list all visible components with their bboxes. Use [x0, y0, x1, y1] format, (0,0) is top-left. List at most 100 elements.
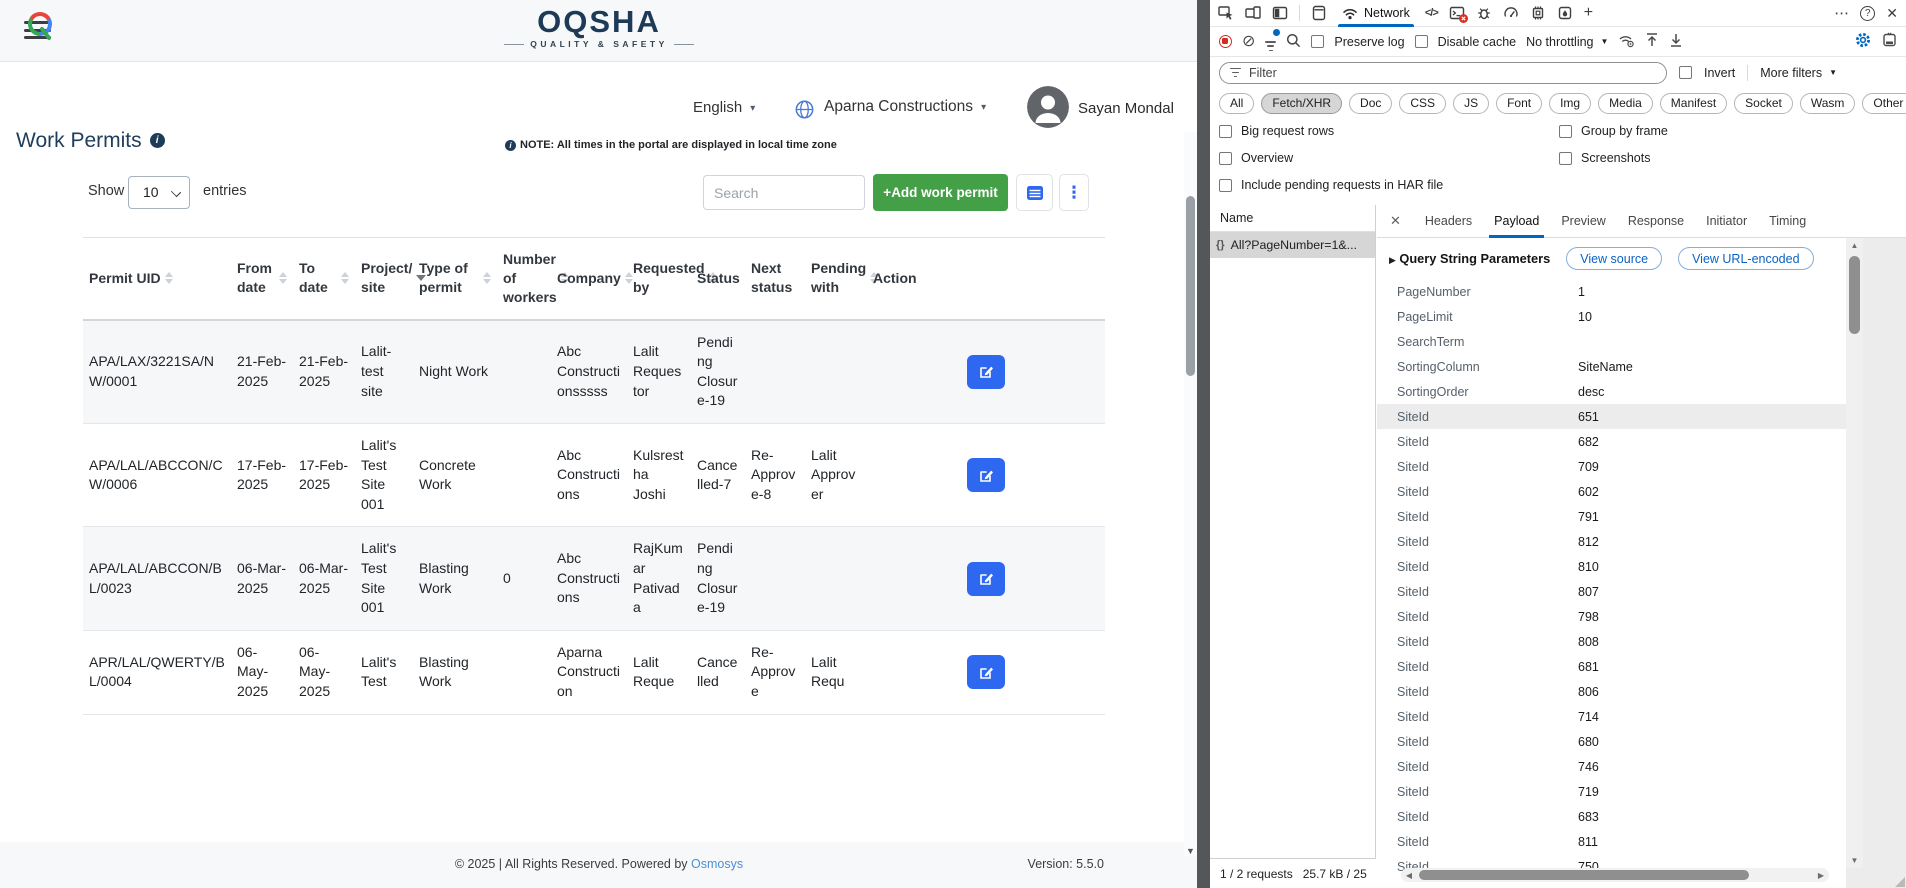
column-header[interactable]: Requested by [627, 238, 691, 320]
query-param-row[interactable]: SiteId 812 [1377, 529, 1906, 554]
filter-input-pill[interactable] [1219, 62, 1667, 84]
memory-chip-icon[interactable] [1530, 5, 1546, 21]
network-settings-gear-icon[interactable] [1854, 31, 1872, 52]
view-source-button[interactable]: View source [1566, 247, 1662, 270]
column-header[interactable]: To date [293, 238, 355, 320]
more-tools-icon[interactable]: ⋯ [1834, 4, 1849, 22]
edit-permit-button[interactable] [967, 355, 1005, 389]
column-header[interactable]: Project/ site [355, 238, 413, 320]
record-network-log-icon[interactable] [1219, 35, 1232, 48]
filter-chip[interactable]: Wasm [1800, 93, 1856, 114]
query-param-row[interactable]: SiteId 798 [1377, 604, 1906, 629]
detail-tab[interactable]: Headers [1414, 205, 1483, 238]
detail-tab[interactable]: Response [1617, 205, 1695, 238]
close-devtools-icon[interactable]: ✕ [1886, 5, 1898, 22]
application-storage-icon[interactable] [1557, 5, 1573, 21]
language-selector[interactable]: English▾ [693, 99, 755, 116]
query-param-row[interactable]: SortingColumn SiteName [1377, 354, 1906, 379]
query-param-row[interactable]: SiteId 808 [1377, 629, 1906, 654]
app-vertical-scrollbar[interactable]: ▼ [1184, 132, 1197, 856]
drawer-icon[interactable] [1311, 5, 1327, 21]
edit-permit-button[interactable] [967, 458, 1005, 492]
query-param-row[interactable]: SiteId 681 [1377, 654, 1906, 679]
query-param-row[interactable]: SiteId 709 [1377, 454, 1906, 479]
view-url-encoded-button[interactable]: View URL-encoded [1678, 247, 1813, 270]
scrollbar-thumb[interactable] [1419, 870, 1749, 880]
invert-checkbox[interactable] [1679, 66, 1692, 79]
table-view-button[interactable] [1016, 174, 1053, 211]
query-param-row[interactable]: SiteId 714 [1377, 704, 1906, 729]
scrollbar-thumb[interactable] [1849, 256, 1860, 334]
network-conditions-icon[interactable] [1618, 33, 1635, 51]
layout-panel-icon[interactable] [1272, 5, 1288, 21]
filter-input[interactable] [1249, 66, 1656, 80]
column-header[interactable]: Next status [745, 238, 805, 320]
filter-chip[interactable]: Font [1496, 93, 1542, 114]
request-row-selected[interactable]: {} All?PageNumber=1&... [1210, 232, 1375, 258]
close-detail-icon[interactable]: ✕ [1377, 213, 1414, 229]
edit-permit-button[interactable] [967, 562, 1005, 596]
table-row[interactable]: APA/LAL/ABCCON/CW/0006 17-Feb-2025 17-Fe… [83, 424, 1105, 527]
query-param-row[interactable]: SiteId 683 [1377, 804, 1906, 829]
query-param-row[interactable]: SiteId 602 [1377, 479, 1906, 504]
debugger-bug-icon[interactable] [1476, 5, 1492, 21]
sources-icon[interactable]: </> [1425, 7, 1438, 19]
performance-gauge-icon[interactable] [1503, 5, 1519, 21]
screenshots-checkbox[interactable] [1559, 152, 1572, 165]
console-icon[interactable] [1449, 5, 1465, 21]
query-param-row[interactable]: SiteId 807 [1377, 579, 1906, 604]
query-param-row[interactable]: SiteId 746 [1377, 754, 1906, 779]
filter-chip[interactable]: Doc [1349, 93, 1392, 114]
table-row[interactable]: APA/LAL/ABCCON/BL/0023 06-Mar-2025 06-Ma… [83, 527, 1105, 630]
company-selector[interactable]: Aparna Constructions▾ [824, 98, 986, 116]
filter-chip[interactable]: Socket [1734, 93, 1793, 114]
filter-chip[interactable]: Other [1862, 93, 1906, 114]
query-param-row[interactable]: SortingOrder desc [1377, 379, 1906, 404]
include-pending-checkbox[interactable] [1219, 179, 1232, 192]
filter-chip[interactable]: JS [1453, 93, 1489, 114]
query-param-row[interactable]: SiteId 651 [1377, 404, 1906, 429]
import-har-icon[interactable] [1645, 32, 1659, 51]
query-param-row[interactable]: PageLimit 10 [1377, 304, 1906, 329]
column-header[interactable]: Pending with [805, 238, 867, 320]
scrollbar-right-arrow-icon[interactable]: ▶ [1813, 871, 1829, 880]
help-icon[interactable]: ? [1860, 6, 1875, 21]
osmosys-link[interactable]: Osmosys [691, 857, 743, 871]
query-param-row[interactable]: SiteId 806 [1377, 679, 1906, 704]
device-emulation-icon[interactable] [1245, 5, 1261, 21]
expand-triangle-icon[interactable]: ▶ [1389, 255, 1396, 265]
filter-toggle-icon[interactable] [1265, 32, 1276, 51]
query-param-row[interactable]: SiteId 791 [1377, 504, 1906, 529]
detail-tab[interactable]: Timing [1758, 205, 1817, 238]
filter-chip[interactable]: CSS [1399, 93, 1446, 114]
filter-chip[interactable]: Manifest [1660, 93, 1727, 114]
filter-chip[interactable]: Img [1549, 93, 1591, 114]
add-tab-icon[interactable]: + [1584, 4, 1593, 22]
big-request-rows-checkbox[interactable] [1219, 125, 1232, 138]
query-param-row[interactable]: SiteId 811 [1377, 829, 1906, 854]
query-param-row[interactable]: SiteId 719 [1377, 779, 1906, 804]
column-header[interactable]: Number of workers [497, 238, 551, 320]
throttling-dropdown[interactable]: No throttling ▼ [1526, 35, 1608, 49]
more-options-button[interactable]: ⋮ [1059, 174, 1089, 211]
params-vertical-scrollbar[interactable]: ▲ ▼ [1846, 238, 1863, 868]
overview-checkbox[interactable] [1219, 152, 1232, 165]
devtools-resize-divider[interactable] [1197, 0, 1210, 888]
scrollbar-up-arrow-icon[interactable]: ▲ [1846, 241, 1863, 250]
detail-tab[interactable]: Preview [1550, 205, 1616, 238]
inspect-element-icon[interactable] [1218, 5, 1234, 21]
scrollbar-down-arrow-icon[interactable]: ▼ [1846, 856, 1863, 865]
scrollbar-left-arrow-icon[interactable]: ◀ [1401, 871, 1417, 880]
edit-permit-button[interactable] [967, 655, 1005, 689]
export-har-icon[interactable] [1669, 32, 1683, 51]
detail-tab[interactable]: Payload [1483, 205, 1550, 238]
params-horizontal-scrollbar[interactable]: ◀ ▶ [1401, 868, 1829, 882]
dock-side-icon[interactable] [1882, 32, 1897, 51]
query-param-row[interactable]: SiteId 680 [1377, 729, 1906, 754]
detail-tab[interactable]: Initiator [1695, 205, 1758, 238]
filter-chip[interactable]: Fetch/XHR [1261, 93, 1342, 114]
query-param-row[interactable]: SiteId 682 [1377, 429, 1906, 454]
column-header[interactable]: Permit UID [83, 238, 231, 320]
query-param-row[interactable]: SearchTerm [1377, 329, 1906, 354]
filter-chip[interactable]: All [1219, 93, 1254, 114]
